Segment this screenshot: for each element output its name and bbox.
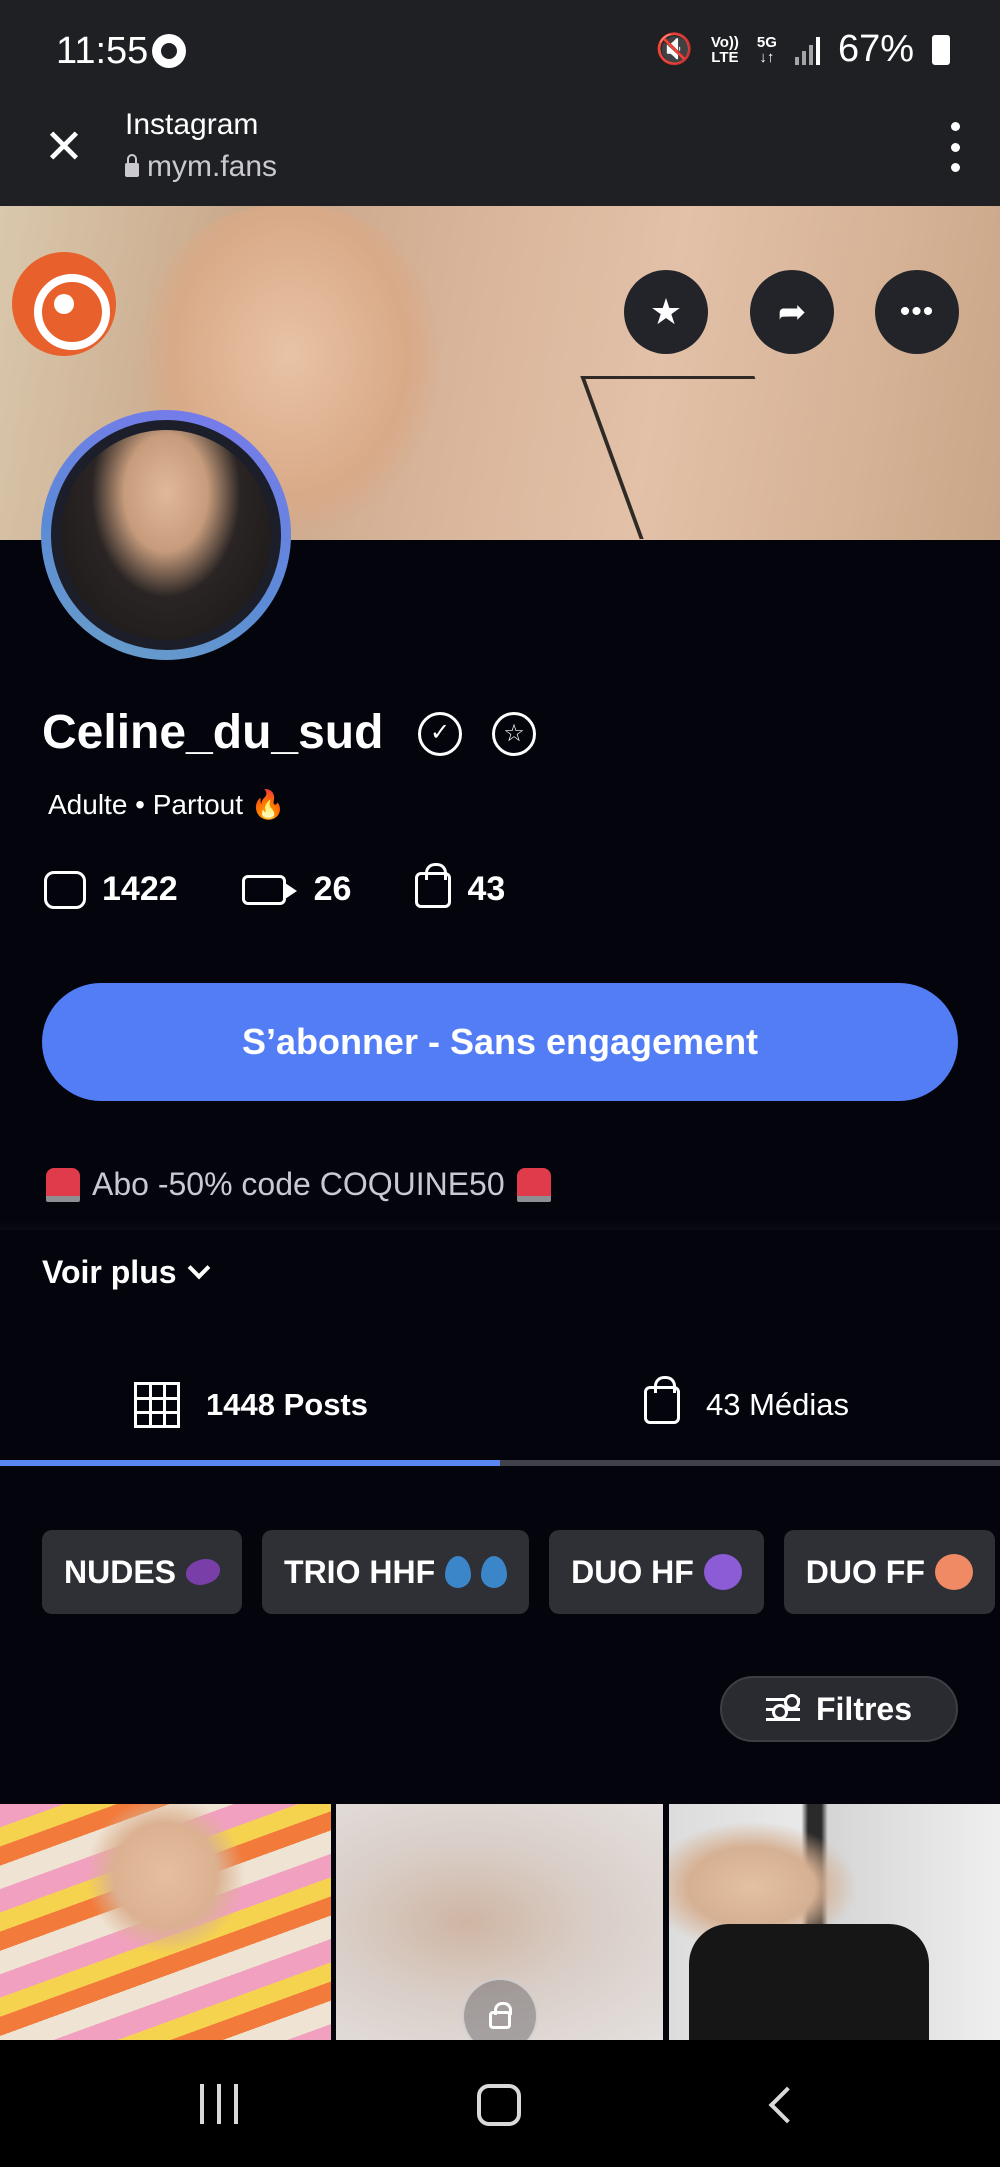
content-tabs: 1448 Posts 43 Médias [0, 1350, 1000, 1468]
signal-icon [794, 35, 820, 65]
filters-label: Filtres [815, 1690, 913, 1727]
in-app-browser-header: ✕ Instagram mym.fans [0, 100, 1000, 206]
lock-icon [125, 154, 139, 177]
chip-label: TRIO HHF [284, 1553, 436, 1590]
post-thumbnail[interactable] [0, 1804, 331, 2040]
aperture-icon [152, 34, 186, 68]
profile-stats: 1422 26 43 [44, 862, 569, 909]
tab-medias-label: 43 Médias [706, 1387, 850, 1422]
promo-label: Abo -50% code COQUINE50 [92, 1166, 505, 1202]
sliders-icon [765, 1694, 800, 1724]
share-button[interactable]: ➦ [750, 270, 834, 354]
photo-icon [44, 870, 86, 909]
network-gen: 5G [756, 33, 777, 51]
stat-photos-value: 1422 [102, 870, 178, 908]
close-icon[interactable]: ✕ [42, 124, 86, 172]
bio-fade [0, 1220, 1000, 1230]
category-chips: NUDES TRIO HHF DUO HF DUO FF [42, 1530, 995, 1614]
smiling-devil-icon [703, 1554, 742, 1590]
chip-trio-hhf[interactable]: TRIO HHF [262, 1530, 530, 1614]
video-icon [241, 874, 297, 905]
grid-icon [134, 1382, 180, 1428]
status-icons: 🔇 Vo)) LTE 5G ↓↑ 67% [656, 28, 950, 71]
status-bar: 11:55 🔇 Vo)) LTE 5G ↓↑ 67% [0, 0, 1000, 100]
network-arrows: ↓↑ [759, 48, 775, 66]
favorite-star-button[interactable]: ★ [624, 270, 708, 354]
profile-name: Celine_du_sud [42, 706, 384, 759]
more-options-icon[interactable] [940, 122, 970, 172]
stat-videos: 26 [241, 870, 352, 909]
subscribe-button[interactable]: S’abonner - Sans engagement [42, 983, 958, 1101]
verified-badge-icon: ✓ [418, 712, 462, 756]
siren-icon [516, 1167, 551, 1202]
battery-percent: 67% [837, 28, 914, 70]
stat-medias: 43 [415, 862, 506, 909]
eggplant-icon [181, 1552, 225, 1592]
chip-nudes[interactable]: NUDES [42, 1530, 243, 1614]
chip-label: DUO HF [571, 1553, 694, 1590]
see-more-label: Voir plus [42, 1254, 177, 1290]
mute-icon: 🔇 [655, 33, 693, 66]
back-icon[interactable] [768, 2086, 806, 2124]
avatar-image [51, 420, 281, 650]
tab-posts[interactable]: 1448 Posts [134, 1350, 368, 1460]
recents-icon[interactable] [198, 2084, 240, 2124]
tab-posts-label: 1448 Posts [206, 1387, 368, 1422]
status-time: 11:55 [56, 30, 149, 72]
chip-label: NUDES [64, 1553, 177, 1590]
volte-indicator: Vo)) LTE [711, 35, 739, 65]
filters-button[interactable]: Filtres [720, 1676, 958, 1742]
chevron-down-icon [187, 1256, 210, 1279]
bag-icon [415, 862, 452, 908]
browser-url: mym.fans [125, 150, 277, 184]
chip-duo-ff[interactable]: DUO FF [783, 1530, 995, 1614]
bag-icon [644, 1376, 680, 1424]
star-badge-icon: ☆ [492, 712, 536, 756]
chip-duo-hf[interactable]: DUO HF [549, 1530, 764, 1614]
tab-medias[interactable]: 43 Médias [644, 1350, 849, 1460]
post-thumbnail[interactable] [669, 1804, 1000, 2040]
more-button[interactable]: ••• [875, 270, 959, 354]
avatar[interactable] [41, 410, 291, 660]
browser-title: Instagram [125, 108, 259, 141]
home-icon[interactable] [477, 2084, 521, 2126]
stat-photos: 1422 [44, 870, 178, 909]
peach-icon [934, 1554, 973, 1590]
promo-text: Abo -50% code COQUINE50 [46, 1166, 551, 1203]
sweat-droplets-icon [445, 1556, 472, 1588]
network-type-indicator: 5G ↓↑ [757, 35, 777, 65]
tab-active-indicator [0, 1460, 500, 1466]
url-text: mym.fans [147, 150, 278, 183]
mym-logo-icon[interactable] [12, 252, 116, 356]
volte-bottom: LTE [711, 48, 739, 66]
system-nav-bar [0, 2040, 1000, 2167]
stat-medias-value: 43 [467, 870, 506, 908]
chip-label: DUO FF [805, 1553, 925, 1590]
siren-icon [46, 1167, 80, 1202]
stat-videos-value: 26 [313, 870, 352, 908]
see-more-link[interactable]: Voir plus [42, 1254, 210, 1291]
profile-subtitle: Adulte • Partout 🔥 [48, 789, 286, 820]
battery-icon [932, 34, 950, 65]
volte-top: Vo)) [710, 33, 739, 51]
sweat-droplets-icon [481, 1556, 508, 1588]
